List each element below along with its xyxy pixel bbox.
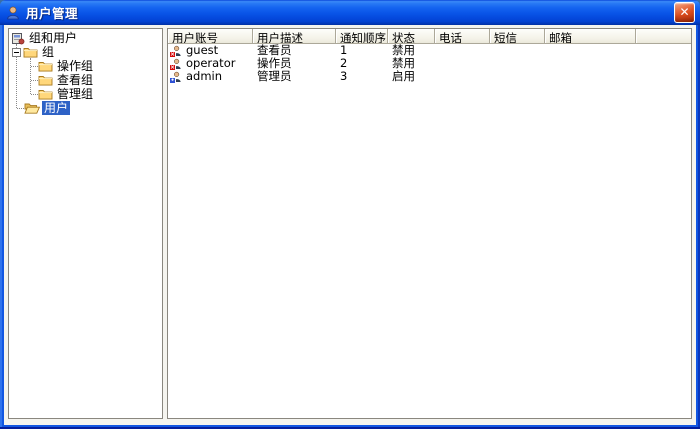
column-header-blank bbox=[636, 29, 691, 44]
disabled-badge bbox=[169, 64, 176, 71]
tree-item-label[interactable]: 管理组 bbox=[55, 87, 95, 101]
user-status: 禁用 bbox=[388, 57, 435, 70]
tree-item-operation-group[interactable]: 操作组 bbox=[9, 59, 162, 73]
tree-item-groups-and-users[interactable]: 组和用户 bbox=[9, 31, 162, 45]
table-row[interactable]: operator 操作员 2 禁用 bbox=[168, 57, 691, 70]
user-disabled-icon bbox=[170, 58, 183, 70]
user-email bbox=[545, 70, 636, 83]
column-header-account[interactable]: 用户账号 bbox=[168, 29, 253, 44]
user-sms bbox=[490, 70, 545, 83]
open-folder-icon bbox=[24, 102, 40, 114]
notify-order: 2 bbox=[336, 57, 388, 70]
tree-item-users[interactable]: 用户 bbox=[9, 101, 162, 115]
tree-item-group[interactable]: 组 bbox=[9, 45, 162, 59]
tree-item-label[interactable]: 用户 bbox=[42, 101, 70, 115]
user-description: 操作员 bbox=[253, 57, 336, 70]
column-header-sms[interactable]: 短信 bbox=[490, 29, 545, 44]
user-list-panel: 用户账号 用户描述 通知顺序 状态 电话 短信 邮箱 bbox=[167, 28, 692, 419]
user-account: admin bbox=[186, 70, 222, 83]
column-header-description[interactable]: 用户描述 bbox=[253, 29, 336, 44]
user-account: operator bbox=[186, 57, 235, 70]
column-header-notify-order[interactable]: 通知顺序 bbox=[336, 29, 388, 44]
user-sms bbox=[490, 44, 545, 57]
user-management-window: 用户管理 ✕ bbox=[0, 0, 700, 429]
enabled-badge bbox=[169, 77, 176, 84]
folder-icon bbox=[23, 46, 38, 58]
groups-users-icon bbox=[11, 32, 25, 45]
client-area: 组和用户 组 bbox=[4, 25, 696, 425]
tree-item-manage-group[interactable]: 管理组 bbox=[9, 87, 162, 101]
user-account-cell: guest bbox=[168, 44, 253, 57]
notify-order: 1 bbox=[336, 44, 388, 57]
folder-icon bbox=[38, 88, 53, 100]
close-button[interactable]: ✕ bbox=[674, 2, 695, 23]
table-row[interactable]: guest 查看员 1 禁用 bbox=[168, 44, 691, 57]
user-account: guest bbox=[186, 44, 218, 57]
column-header-phone[interactable]: 电话 bbox=[435, 29, 490, 44]
user-description: 管理员 bbox=[253, 70, 336, 83]
user-email bbox=[545, 44, 636, 57]
tree-panel: 组和用户 组 bbox=[8, 28, 163, 419]
user-status: 启用 bbox=[388, 70, 435, 83]
user-enabled-icon bbox=[170, 71, 183, 83]
column-header-status[interactable]: 状态 bbox=[388, 29, 435, 44]
window-title: 用户管理 bbox=[26, 3, 669, 22]
tree-item-label[interactable]: 组和用户 bbox=[27, 31, 79, 45]
folder-icon bbox=[38, 74, 53, 86]
tree-item-label[interactable]: 查看组 bbox=[55, 73, 95, 87]
tree-item-label[interactable]: 组 bbox=[40, 45, 56, 59]
user-phone bbox=[435, 57, 490, 70]
tree-item-label[interactable]: 操作组 bbox=[55, 59, 95, 73]
user-account-cell: admin bbox=[168, 70, 253, 83]
tree-item-view-group[interactable]: 查看组 bbox=[9, 73, 162, 87]
user-account-cell: operator bbox=[168, 57, 253, 70]
user-status: 禁用 bbox=[388, 44, 435, 57]
user-icon bbox=[5, 5, 21, 21]
user-email bbox=[545, 57, 636, 70]
tree-view: 组和用户 组 bbox=[9, 29, 162, 418]
disabled-badge bbox=[169, 51, 176, 58]
user-phone bbox=[435, 70, 490, 83]
notify-order: 3 bbox=[336, 70, 388, 83]
title-bar[interactable]: 用户管理 ✕ bbox=[0, 0, 700, 25]
user-sms bbox=[490, 57, 545, 70]
user-disabled-icon bbox=[170, 45, 183, 57]
user-phone bbox=[435, 44, 490, 57]
user-description: 查看员 bbox=[253, 44, 336, 57]
folder-icon bbox=[38, 60, 53, 72]
column-header-email[interactable]: 邮箱 bbox=[545, 29, 636, 44]
table-row[interactable]: admin 管理员 3 启用 bbox=[168, 70, 691, 83]
collapse-expander-icon[interactable] bbox=[12, 48, 21, 57]
list-header: 用户账号 用户描述 通知顺序 状态 电话 短信 邮箱 bbox=[168, 29, 691, 44]
